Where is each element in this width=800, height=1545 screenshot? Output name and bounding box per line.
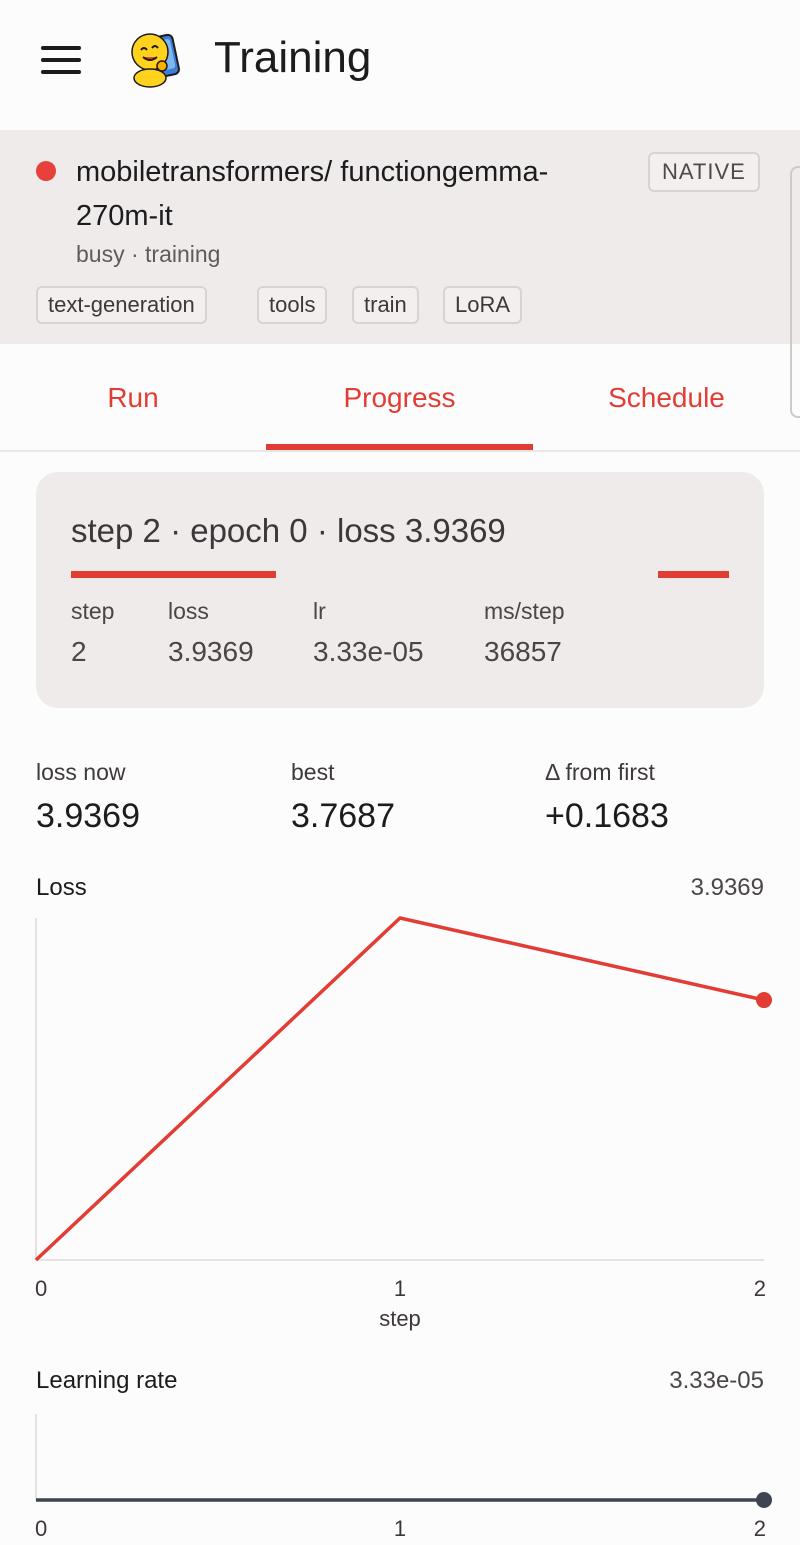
stat-lr-label: lr — [313, 598, 326, 624]
stat-step-value: 2 — [71, 636, 87, 667]
tab-progress[interactable]: Progress — [266, 346, 533, 450]
loss-chart-x-axis-label: step — [379, 1306, 421, 1331]
tag-tools: tools — [257, 286, 328, 324]
best-loss-label: best — [291, 759, 335, 785]
lr-chart-point-2 — [756, 1492, 772, 1508]
tab-run[interactable]: Run — [0, 346, 266, 450]
lr-chart-x-tick-0: 0 — [35, 1516, 47, 1541]
best-loss-value: 3.7687 — [291, 797, 395, 835]
delta-from-first-label: Δ from first — [545, 759, 655, 785]
loss-now-label: loss now — [36, 759, 126, 785]
native-badge: NATIVE — [648, 152, 760, 192]
loss-chart-x-tick-1: 1 — [394, 1276, 406, 1301]
loss-chart-series-line — [34, 916, 765, 1262]
progress-bar-right — [658, 571, 729, 578]
lr-chart-current-value: 3.33e-05 — [669, 1367, 764, 1394]
loss-chart: 0 1 2 step — [34, 916, 772, 1331]
page-title: Training — [214, 33, 372, 82]
lr-chart-x-tick-2: 2 — [754, 1516, 766, 1541]
model-status: busy · training — [76, 241, 221, 267]
tag-train: train — [352, 286, 419, 324]
loss-chart-x-tick-0: 0 — [35, 1276, 47, 1301]
stat-step-label: step — [71, 598, 115, 624]
loss-chart-point-2 — [756, 992, 772, 1009]
status-indicator-dot — [36, 161, 56, 181]
loss-now-value: 3.9369 — [36, 797, 140, 835]
stat-ms-per-step-value: 36857 — [484, 636, 562, 667]
tag-text-generation: text-generation — [36, 286, 207, 324]
lr-chart-x-tick-1: 1 — [394, 1516, 406, 1541]
tag-lora: LoRA — [443, 286, 523, 324]
app-bar: Training — [0, 0, 800, 120]
progress-headline: step 2 · epoch 0 · loss 3.9369 — [71, 512, 506, 549]
delta-from-first-value: +0.1683 — [545, 797, 669, 835]
lr-chart-title: Learning rate — [36, 1367, 178, 1394]
lr-chart: 0 1 2 — [35, 1414, 772, 1541]
stat-lr-value: 3.33e-05 — [313, 636, 424, 667]
tabs-divider — [0, 450, 800, 452]
tab-bar: Run Progress Schedule — [0, 346, 800, 450]
stat-loss-label: loss — [168, 598, 209, 624]
tab-schedule[interactable]: Schedule — [533, 346, 800, 450]
stat-ms-per-step-label: ms/step — [484, 598, 565, 624]
loss-chart-x-tick-2: 2 — [754, 1276, 766, 1301]
model-name: mobiletransformers/ functiongemma-270m-i… — [76, 156, 549, 232]
hugging-face-logo-icon — [131, 33, 180, 88]
stat-loss-value: 3.9369 — [168, 636, 254, 667]
menu-icon[interactable] — [38, 40, 84, 80]
progress-bar-left — [71, 571, 276, 578]
